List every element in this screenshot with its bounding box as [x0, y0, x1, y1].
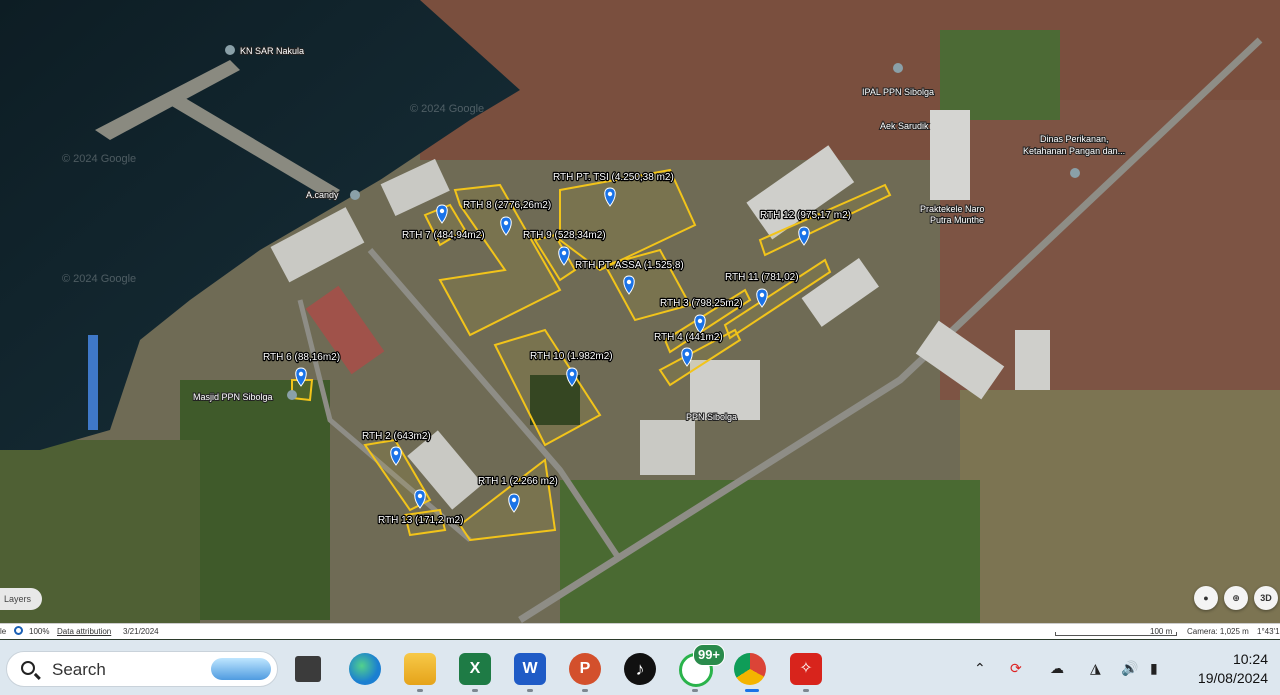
show-hidden-icons-chevron-icon[interactable]: ⌃ — [974, 660, 986, 677]
search-icon — [21, 661, 35, 675]
excel-icon[interactable]: X — [459, 653, 491, 685]
plot-label-rth-8: RTH 8 (2776,26m2) — [463, 200, 551, 211]
file-manager-icon[interactable] — [295, 656, 321, 682]
layers-button[interactable]: Layers — [0, 588, 42, 610]
coordinates: 1°43'1 — [1257, 627, 1280, 636]
onedrive-icon[interactable]: ☁ — [1050, 660, 1064, 677]
zoom-level: 100% — [29, 627, 50, 636]
taskbar-search[interactable]: Search — [6, 651, 278, 687]
data-attribution-link[interactable]: Data attribution — [57, 627, 111, 636]
map-pin-dot — [439, 208, 445, 214]
battery-icon[interactable]: ▮ — [1150, 660, 1158, 677]
scale-label: 100 m — [1150, 627, 1173, 636]
plot-label-rth-11: RTH 11 (781,02) — [725, 272, 799, 283]
acrobat-icon[interactable]: ✧ — [790, 653, 822, 685]
poi-praktekele-naro: Praktekele Naro — [920, 204, 985, 214]
poi-putra-munthe: Putra Munthe — [930, 215, 984, 225]
system-clock[interactable]: 10:24 19/08/2024 — [1198, 650, 1268, 688]
edge-icon[interactable] — [349, 653, 381, 685]
plot-label-rth-2: RTH 2 (643m2) — [362, 431, 431, 442]
map-pin-dot — [417, 493, 423, 499]
map-pin-dot — [626, 279, 632, 285]
search-label: Search — [52, 660, 106, 679]
map-pin-dot — [561, 250, 567, 256]
poi-dinas-ketahanan: Ketahanan Pangan dan... — [1023, 146, 1125, 156]
sync-icon[interactable]: ⟳ — [1010, 660, 1022, 677]
plot-label-rth-12: RTH 12 (975,17 m2) — [760, 210, 851, 221]
plot-label-rth-pt-assa: RTH PT. ASSA (1.525,8) — [575, 260, 684, 271]
powerpoint-icon[interactable]: P — [569, 653, 601, 685]
clock-date: 19/08/2024 — [1197, 670, 1268, 686]
plot-label-rth-1: RTH 1 (2.266 m2) — [478, 476, 558, 487]
satellite-map[interactable]: RTH PT. TSI (4.250,38 m2) RTH 8 (2776,26… — [0, 0, 1280, 623]
map-pin-dot — [801, 230, 807, 236]
camera-altitude: Camera: 1,025 m — [1187, 627, 1249, 636]
poi-aek-sarudik: Aek Sarudik — [880, 121, 929, 131]
map-pin-dot — [503, 220, 509, 226]
poi-ipal-ppn-sibolga: IPAL PPN Sibolga — [862, 87, 934, 97]
tiktok-icon[interactable]: ♪ — [624, 653, 656, 685]
poi-ppn-sibolga: PPN Sibolga — [686, 412, 737, 422]
plot-label-rth-10: RTH 10 (1.982m2) — [530, 351, 613, 362]
search-highlight-image — [211, 658, 271, 680]
plot-label-rth-6: RTH 6 (88,16m2) — [263, 352, 340, 363]
poi-a-candy: A.candy — [306, 190, 339, 200]
map-pin-dot — [569, 371, 575, 377]
map-pin-dot — [393, 450, 399, 456]
plot-label-rth-3: RTH 3 (798,25m2) — [660, 298, 743, 309]
taskbar: Search X W P ♪ 99+ ✧ ⌃ ⟳ ☁ ◮ 🔊 ▮ 10:24 1… — [0, 640, 1280, 695]
plot-label-rth-9: RTH 9 (528,34m2) — [523, 230, 606, 241]
clock-time: 10:24 — [1232, 651, 1268, 667]
pegman-icon[interactable]: ● — [1194, 586, 1218, 610]
whatsapp-badge: 99+ — [693, 644, 725, 666]
map-pin-dot — [684, 351, 690, 357]
wifi-icon[interactable]: ◮ — [1090, 660, 1101, 677]
map-pin-dot — [697, 318, 703, 324]
chrome-icon[interactable] — [734, 653, 766, 685]
plot-label-rth-13: RTH 13 (171,2 m2) — [378, 515, 463, 526]
map-status-bar: le 100% Data attribution 3/21/2024 100 m… — [0, 623, 1280, 639]
poi-dinas-perikanan: Dinas Perikanan, — [1040, 134, 1109, 144]
volume-icon[interactable]: 🔊 — [1121, 660, 1138, 677]
word-icon[interactable]: W — [514, 653, 546, 685]
svg-text:© 2024 Google: © 2024 Google — [410, 103, 484, 115]
view-3d-button[interactable]: 3D — [1254, 586, 1278, 610]
map-pin-dot — [759, 292, 765, 298]
zoom-indicator-icon — [14, 626, 23, 635]
poi-masjid-ppn-sibolga: Masjid PPN Sibolga — [193, 392, 273, 402]
poi-kn-sar-nakula: KN SAR Nakula — [240, 46, 304, 56]
plot-label-rth-pt-tsi: RTH PT. TSI (4.250,38 m2) — [553, 172, 674, 183]
plot-label-rth-7: RTH 7 (484,94m2) — [402, 230, 485, 241]
map-pin-dot — [511, 497, 517, 503]
file-explorer-icon[interactable] — [404, 653, 436, 685]
map-pin-dot — [607, 191, 613, 197]
svg-text:© 2024 Google: © 2024 Google — [62, 153, 136, 165]
plot-label-rth-4: RTH 4 (441m2) — [654, 332, 723, 343]
map-pin-dot — [298, 371, 304, 377]
imagery-date: 3/21/2024 — [123, 627, 159, 636]
svg-text:© 2024 Google: © 2024 Google — [62, 273, 136, 285]
compass-icon[interactable]: ⊕ — [1224, 586, 1248, 610]
